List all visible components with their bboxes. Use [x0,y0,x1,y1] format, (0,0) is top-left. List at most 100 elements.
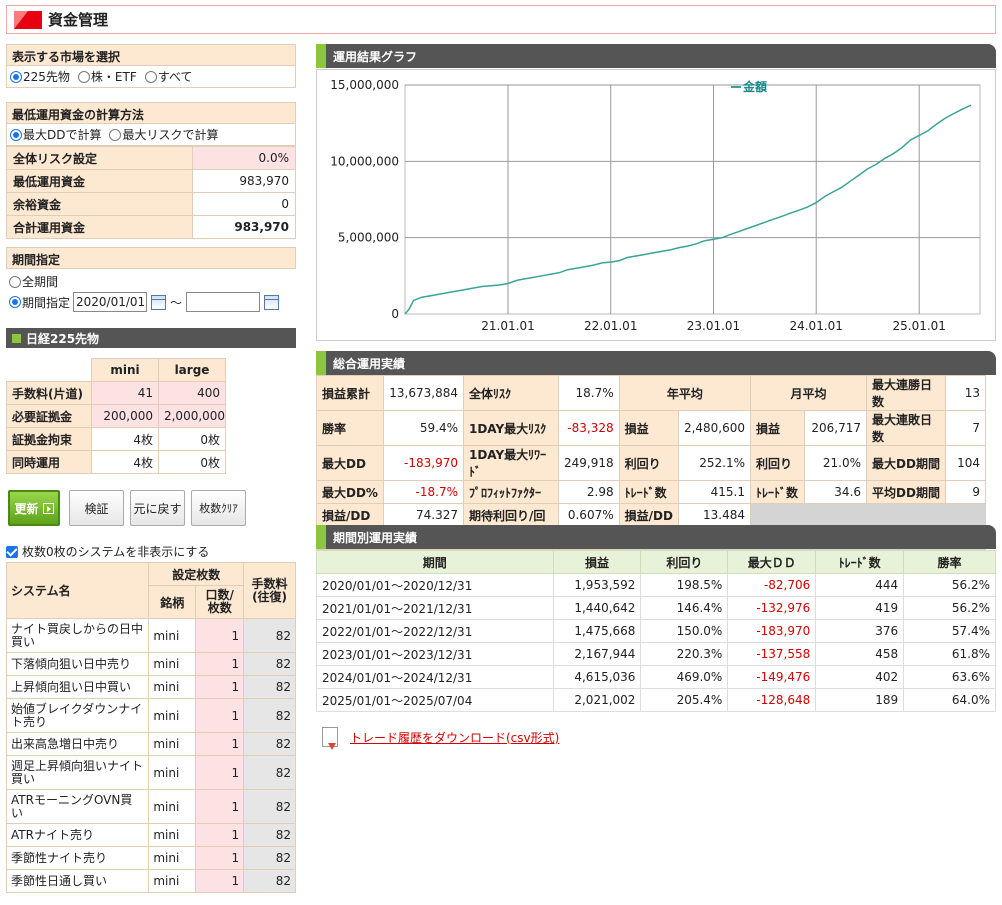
period-yield: 198.5% [640,573,729,597]
radio-selected-icon[interactable] [10,70,22,83]
spare-capital-value: 0 [192,192,296,216]
chart-box: 0 5,000,000 10,000,000 15,000,000 21.01.01 22… [316,69,996,341]
total-risk-value[interactable]: 0.0 [259,151,278,165]
spare-capital-label: 余裕資金 [6,192,193,216]
monthly-value: 21.0% [804,445,868,481]
total-risk-input[interactable]: 0.0% [192,146,296,170]
yearly-value: 2,480,600 [677,410,752,446]
hide-zero-row[interactable]: 枚数0枚のシステムを非表示にする [6,543,209,560]
col-system-name: システム名 [5,562,150,619]
systems-header-row: システム名 設定枚数 手数料(往復) [5,562,296,619]
green-tab-icon [316,44,326,68]
period-winrate: 57.4% [903,619,996,643]
summary-row: 最大DD -183,970 1DAY最大ﾘﾜｰﾄﾞ 249,918 利回り 252.1% 利… [316,445,987,481]
total-capital-label: 合計運用資金 [6,215,193,239]
y-tick-label: 10,000,000 [330,154,399,168]
market-options: 225先物 株・ETF すべて [6,66,296,88]
update-button[interactable]: 更新 [8,490,60,526]
period-trades: 444 [815,573,905,597]
system-fee: 82 [243,732,296,756]
x-tick-label: 23.01.01 [687,319,740,333]
margin-label: 必要証拠金 [5,404,93,428]
yearly-label: ﾄﾚｰﾄﾞ数 [618,480,679,504]
period-maxdd: -149,476 [727,665,817,689]
summary-value: 18.7% [558,375,620,411]
period-yield: 150.0% [640,619,729,643]
system-qty-input[interactable]: 1 [195,618,245,653]
period-maxdd: -82,706 [727,573,817,597]
summary-label: 全体ﾘｽｸ [463,375,559,411]
radio-selected-icon[interactable] [9,296,21,308]
period-range: 2025/01/01～2025/07/04 [316,688,554,712]
col-winrate: 勝率 [903,550,996,574]
verify-button[interactable]: 検証 [69,490,124,526]
system-fee: 82 [243,652,296,676]
system-qty-input[interactable]: 1 [195,869,245,893]
restore-button[interactable]: 元に戻す [130,490,185,526]
period-yield: 469.0% [640,665,729,689]
capital-row: 余裕資金 0 [6,192,296,216]
concurrent-label: 同時運用 [5,450,93,474]
fee-label: 手数料(片道) [5,381,93,405]
system-qty-input[interactable]: 1 [195,755,245,790]
method-radio-maxdd[interactable]: 最大DDで計算 [10,126,101,143]
period-maxdd: -137,558 [727,642,817,666]
radio-icon[interactable] [109,128,122,141]
summary-label: 1DAY最大ﾘｽｸ [463,410,559,446]
system-qty-input[interactable]: 1 [195,823,245,847]
clear-qty-button[interactable]: 枚数ｸﾘｱ [191,490,246,526]
checkbox-checked-icon[interactable] [6,545,18,558]
system-row: 週足上昇傾向狙いナイト買い mini 1 82 [5,755,296,790]
y-tick-label: 5,000,000 [338,231,399,245]
capital-table: 全体リスク設定 0.0% 最低運用資金 983,970 余裕資金 0 合計運用資… [6,146,296,239]
system-fee: 82 [243,846,296,870]
date-to-input[interactable] [186,292,261,312]
period-radio-all[interactable]: 全期間 [9,273,58,290]
system-qty-input[interactable]: 1 [195,732,245,756]
period-pl: 1,440,642 [552,596,642,620]
summary-stat-label: 最大DD期間 [866,445,947,481]
summary-stat-label: 最大連敗日数 [866,410,947,446]
system-fee: 82 [243,698,296,733]
period-row: 2020/01/01～2020/12/31 1,953,592 198.5% -82,… [316,573,996,597]
col-pl: 損益 [552,550,642,574]
radio-label: 最大リスクで計算 [122,128,219,142]
y-tick-label: 15,000,000 [330,78,399,92]
market-radio-stock[interactable]: 株・ETF [77,68,137,85]
system-qty-input[interactable]: 1 [195,789,245,824]
margin-large-input[interactable]: 2,000,000 [157,404,227,428]
radio-icon[interactable] [9,275,21,288]
radio-selected-icon[interactable] [10,128,22,141]
summary-label: 期待利回り/回 [463,503,559,527]
radio-icon[interactable] [144,70,157,83]
radio-icon[interactable] [77,70,90,83]
system-qty-input[interactable]: 1 [195,846,245,870]
calendar-icon[interactable] [264,294,280,310]
equity-chart: 0 5,000,000 10,000,000 15,000,000 21.01.01 22… [330,78,981,333]
market-radio-all[interactable]: すべて [144,68,192,85]
update-label: 更新 [14,501,39,516]
system-qty-input[interactable]: 1 [195,652,245,676]
period-row: 2022/01/01～2022/12/31 1,475,668 150.0% -183… [316,619,996,643]
period-radio-spec[interactable]: 期間指定 [9,294,70,311]
period-winrate: 56.2% [903,573,996,597]
futures-row: 同時運用 4枚 0枚 [5,450,227,474]
margin-mini-input[interactable]: 200,000 [91,404,159,428]
col-fee: 手数料(往復) [243,562,296,619]
monthly-value: 206,717 [804,410,868,446]
download-csv-link[interactable]: トレード履歴をダウンロード(csv形式) [350,729,559,746]
system-qty-input[interactable]: 1 [195,675,245,699]
system-qty-input[interactable]: 1 [195,698,245,733]
fee-large-input[interactable]: 400 [157,381,227,405]
system-fee: 82 [243,675,296,699]
download-file-icon[interactable] [322,727,338,750]
period-range: 2021/01/01～2021/12/31 [316,596,554,620]
date-from-input[interactable]: 2020/01/01 [73,292,148,312]
calendar-icon[interactable] [151,294,167,310]
system-name: 上昇傾向狙い日中買い [5,675,150,699]
market-radio-225[interactable]: 225先物 [10,68,70,85]
method-radio-maxrisk[interactable]: 最大リスクで計算 [109,126,219,143]
summary-stat-value: 13 [945,375,987,411]
hide-zero-label: 枚数0枚のシステムを非表示にする [22,545,210,559]
fee-mini-input[interactable]: 41 [91,381,159,405]
